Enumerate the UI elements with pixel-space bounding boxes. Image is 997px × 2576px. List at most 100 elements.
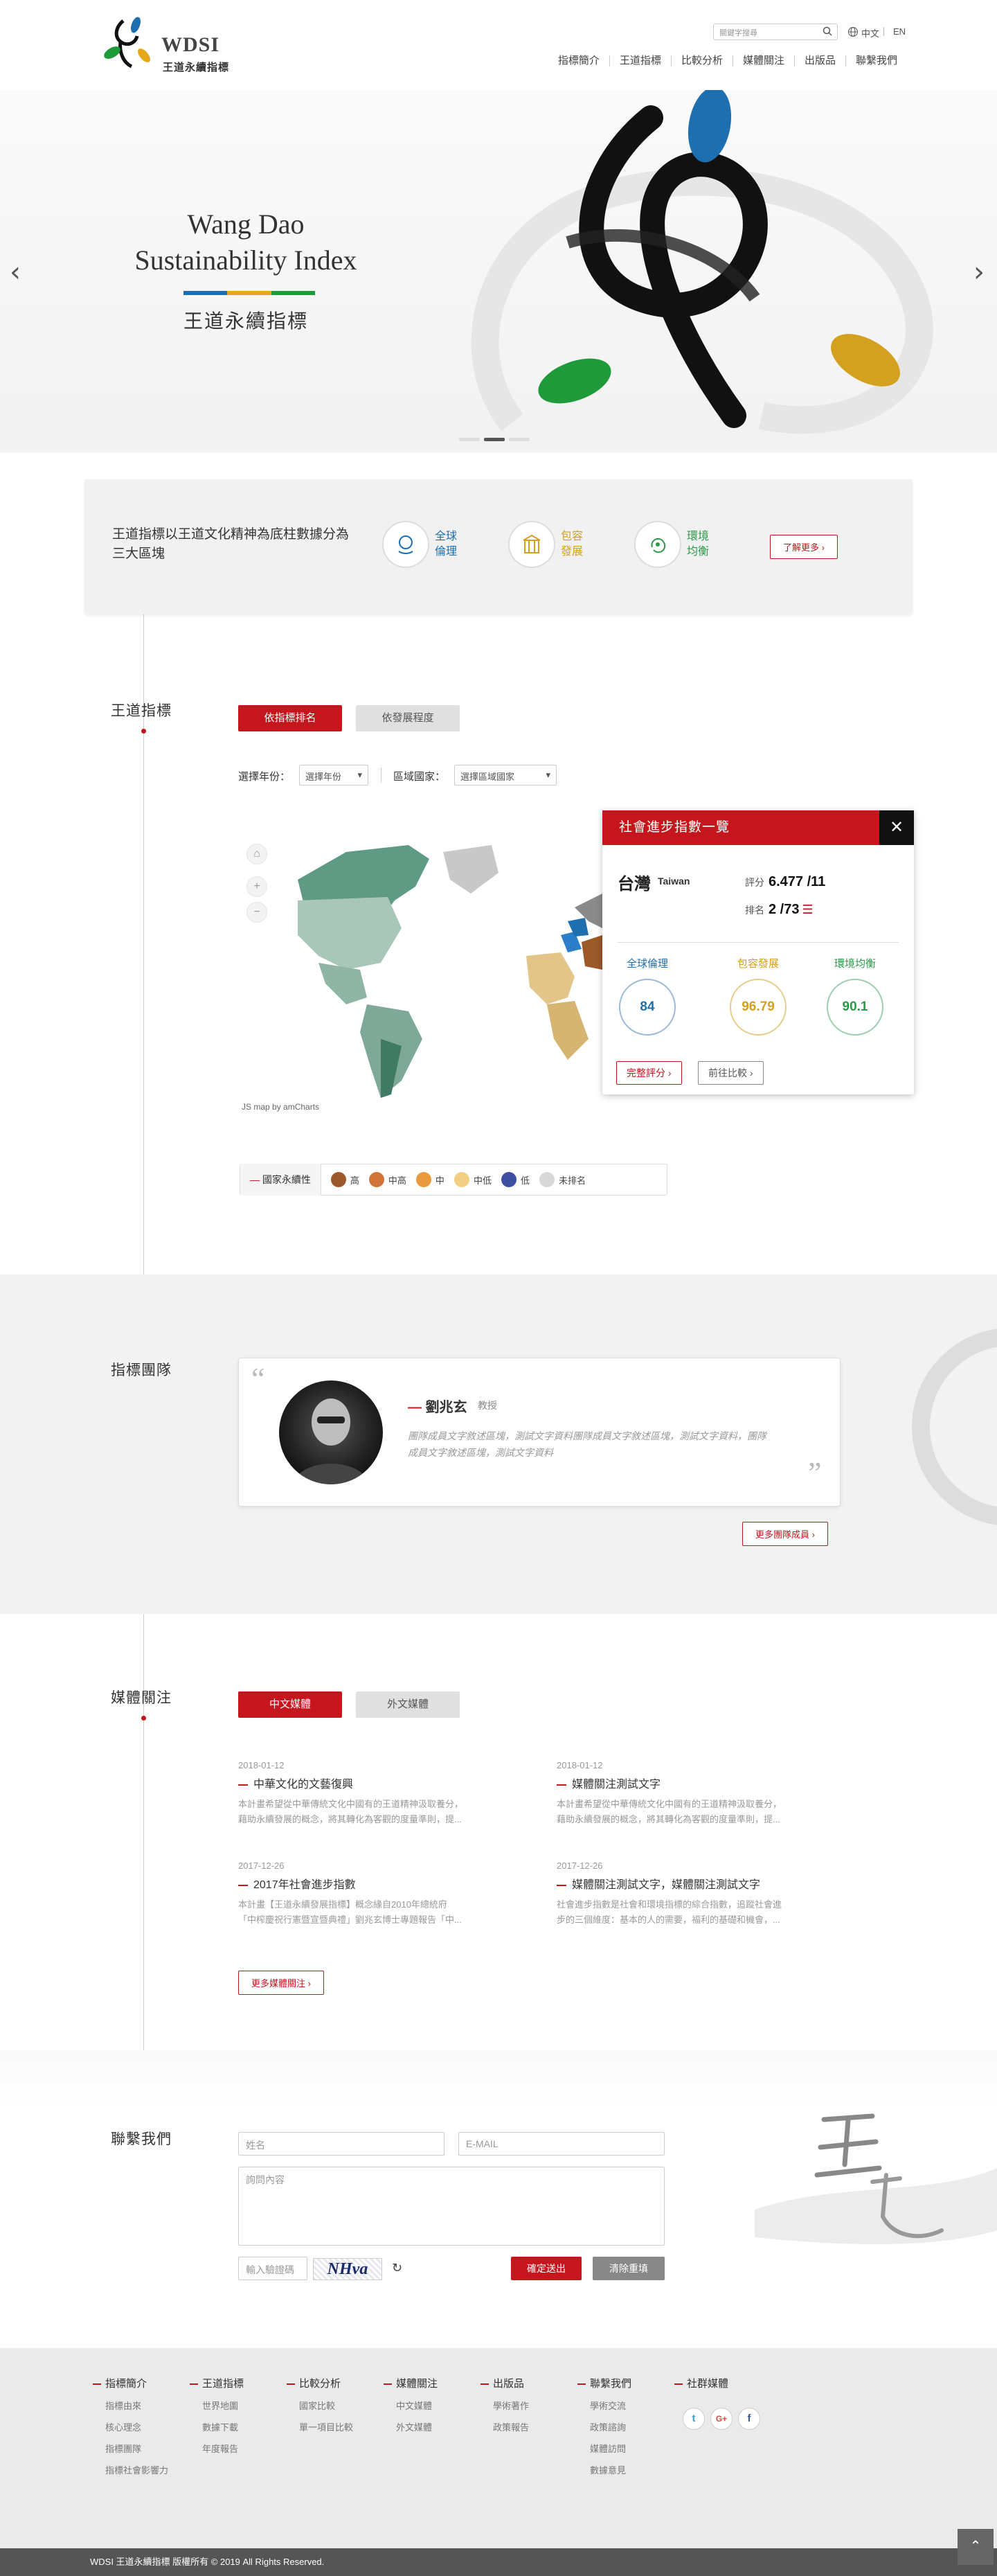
footer-link[interactable]: 政策報告 [480,2422,529,2433]
google-plus-icon[interactable]: G+ [710,2408,733,2430]
footer-heading[interactable]: 出版品 [480,2376,529,2390]
news-desc: 社會進步指數是社會和環境指標的綜合指數，追蹤社會進 [557,1899,782,1910]
go-compare-button[interactable]: 前往比較 › [698,1061,764,1085]
footer-col-contact: 聯繫我們 學術交流 政策諮詢 媒體訪問 數據意見 [577,2376,631,2476]
legend-item-high: 高 [330,1172,359,1187]
world-map[interactable] [242,831,602,1101]
list-icon[interactable]: ☰ [802,903,813,916]
full-score-button[interactable]: 完整評分 › [616,1061,682,1085]
nav-item-contact[interactable]: 聯繫我們 [845,55,907,66]
legend-item-mid: 中 [415,1172,444,1187]
lang-en-link[interactable]: EN [893,26,906,37]
back-to-top-button[interactable]: ⌃ [958,2529,994,2565]
map-credit[interactable]: JS map by amCharts [242,1102,319,1112]
copyright-bar: WDSI 王道永續指標 版權所有 © 2019 All Rights Reser… [0,2548,997,2576]
footer-link[interactable]: 數據下載 [190,2422,244,2433]
footer-link[interactable]: 中文媒體 [384,2400,438,2412]
region-select[interactable]: 選擇區域國家 ▾ [454,765,557,785]
message-textarea[interactable]: 詢問內容 [238,2167,665,2246]
category-global-ethics[interactable]: 全球倫理 [382,521,462,568]
footer-link[interactable]: 核心理念 [93,2422,169,2433]
facebook-icon[interactable]: f [738,2408,760,2430]
footer-link[interactable]: 政策諮詢 [577,2422,631,2433]
tab-chinese-media[interactable]: 中文媒體 [238,1691,342,1718]
tab-rank-by-development[interactable]: 依發展程度 [356,705,460,731]
lang-divider [883,27,884,36]
footer-link[interactable]: 學術交流 [577,2400,631,2412]
popup-close-button[interactable]: ✕ [879,810,914,845]
search-icon[interactable] [823,26,832,36]
site-logo[interactable]: WDSI 王道永續指標 [96,12,234,78]
carousel-dot[interactable] [459,438,480,441]
news-title[interactable]: 中華文化的文藝復興 [238,1775,515,1791]
footer-heading[interactable]: 王道指標 [190,2376,244,2390]
map-region-mexico [318,963,367,1004]
nav-item-media[interactable]: 媒體關注 [732,55,794,66]
twitter-icon[interactable]: t [683,2408,705,2430]
footer-link[interactable]: 學術著作 [480,2400,529,2412]
news-item[interactable]: 2017-12-26 2017年社會進步指數 本計畫【王道永續發展指標】概念緣自… [238,1860,515,1928]
name-field[interactable]: 姓名 [238,2132,444,2156]
dim-value: 90.1 [827,979,883,1036]
member-title: 教授 [478,1400,497,1411]
tab-rank-by-index[interactable]: 依指標排名 [238,705,342,731]
footer-heading[interactable]: 聯繫我們 [577,2376,631,2390]
more-media-button[interactable]: 更多媒體關注 › [238,1971,324,1995]
footer-heading[interactable]: 比較分析 [287,2376,353,2390]
nav-item-publications[interactable]: 出版品 [793,55,845,66]
footer-col-intro: 指標簡介 指標由來 核心理念 指標團隊 指標社會影響力 [93,2376,169,2476]
submit-button[interactable]: 確定送出 [511,2257,582,2280]
carousel-dot[interactable] [509,438,530,441]
nav-item-intro[interactable]: 指標簡介 [548,55,609,66]
footer-link[interactable]: 指標社會影響力 [93,2464,169,2476]
carousel-dot-active[interactable] [484,438,505,441]
timeline-dot [141,729,146,734]
news-title[interactable]: 媒體關注測試文字，媒體關注測試文字 [557,1875,834,1892]
news-item[interactable]: 2018-01-12 媒體關注測試文字 本計畫希望從中華傳統文化中國有的王道精神… [557,1760,834,1827]
news-title[interactable]: 2017年社會進步指數 [238,1875,515,1892]
legend-label: 低 [520,1175,530,1186]
footer-link[interactable]: 世界地圖 [190,2400,244,2412]
hero-bar-blue [183,291,228,295]
footer-link[interactable]: 指標團隊 [93,2443,169,2455]
category-inclusive-dev[interactable]: 包容發展 [508,521,589,568]
legend-label: 中 [435,1175,444,1186]
footer-link[interactable]: 媒體訪問 [577,2443,631,2455]
nav-item-compare[interactable]: 比較分析 [670,55,733,66]
carousel-prev-button[interactable]: ‹ [10,256,21,288]
hero-brush-artwork [471,90,933,434]
footer-link[interactable]: 數據意見 [577,2464,631,2476]
search-input[interactable]: 關鍵字搜尋 [713,24,838,40]
region-select-value: 選擇區域國家 [460,772,515,782]
score-label: 評分 [745,877,764,888]
footer-link[interactable]: 國家比較 [287,2400,353,2412]
nav-item-indicators[interactable]: 王道指標 [609,55,671,66]
news-desc: 本計畫希望從中華傳統文化中國有的王道精神汲取養分， [557,1799,782,1809]
popup-country-en: Taiwan [658,876,690,887]
tab-foreign-media[interactable]: 外文媒體 [356,1691,460,1718]
footer-link[interactable]: 外文媒體 [384,2422,438,2433]
learn-more-button[interactable]: 了解更多 › [770,535,838,559]
captcha-input[interactable]: 輸入驗證碼 [238,2257,307,2280]
footer-heading[interactable]: 媒體關注 [384,2376,438,2390]
globe-hand-icon [382,521,429,568]
footer-heading[interactable]: 指標簡介 [93,2376,169,2390]
more-team-button[interactable]: 更多團隊成員 › [742,1522,828,1546]
category-env-balance[interactable]: 環境均衡 [634,521,715,568]
clear-button[interactable]: 清除重填 [593,2257,665,2280]
news-title[interactable]: 媒體關注測試文字 [557,1775,834,1791]
footer-link[interactable]: 指標由來 [93,2400,169,2412]
news-item[interactable]: 2018-01-12 中華文化的文藝復興 本計畫希望從中華傳統文化中國有的王道精… [238,1760,515,1827]
footer-link[interactable]: 年度報告 [190,2443,244,2455]
carousel-next-button[interactable]: › [973,256,985,288]
legend-title: — 國家永續性 [240,1164,321,1196]
footer-link[interactable]: 單一項目比較 [287,2422,353,2433]
hero-color-bar [183,291,315,295]
news-item[interactable]: 2017-12-26 媒體關注測試文字，媒體關注測試文字 社會進步指數是社會和環… [557,1860,834,1928]
site-footer: 指標簡介 指標由來 核心理念 指標團隊 指標社會影響力 王道指標 世界地圖 數據… [0,2348,997,2548]
email-field[interactable]: E-MAIL [458,2132,665,2156]
year-select[interactable]: 選擇年份 ▾ [299,765,368,785]
lang-zh-link[interactable]: 中文 [861,26,879,39]
intro-panel: 王道指標以王道文化精神為底柱數據分為三大區塊 全球倫理 包容發展 環境均衡 了解… [84,479,913,614]
refresh-icon[interactable]: ↻ [392,2261,402,2275]
